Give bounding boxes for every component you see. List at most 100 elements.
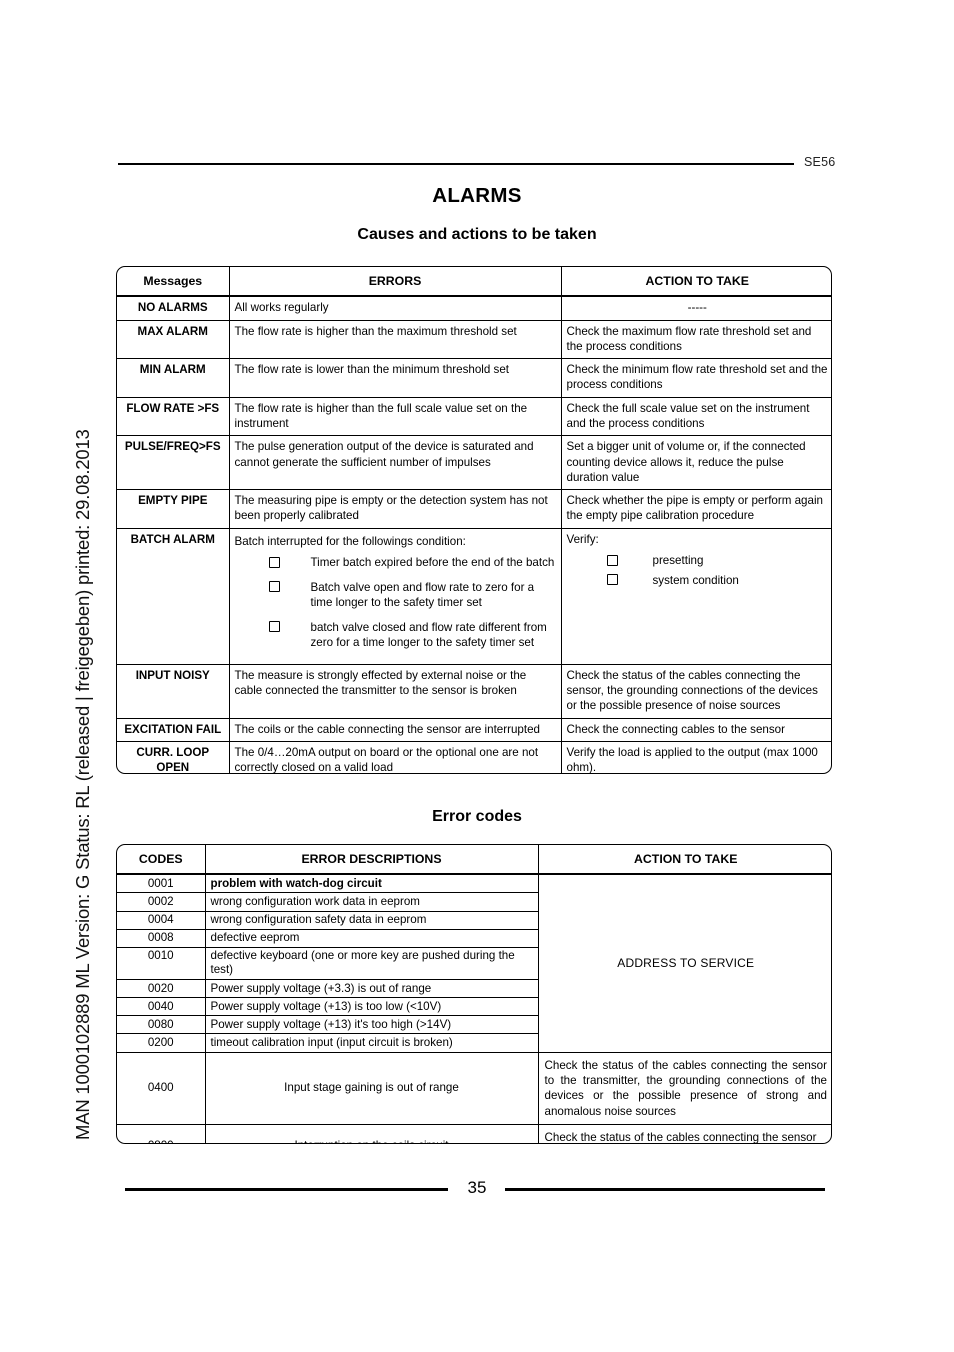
error-description: Power supply voltage (+13) is too low (<… xyxy=(204,997,538,1017)
error-code: 0400 xyxy=(117,1051,206,1126)
alarm-message: EMPTY PIPE xyxy=(117,489,230,529)
alarm-message: EXCITATION FAIL xyxy=(117,717,230,742)
alarm-message: MAX ALARM xyxy=(117,319,230,360)
table-row: MAX ALARM The flow rate is higher than t… xyxy=(117,319,831,360)
table-row: FLOW RATE >FS The flow rate is higher th… xyxy=(117,396,831,437)
error-code: 0002 xyxy=(117,892,206,912)
table-row: CURR. LOOP OPEN The 0/4…20mA output on b… xyxy=(117,740,831,773)
column-header-codes: CODES xyxy=(117,845,206,876)
error-codes-table-container: CODES ERROR DESCRIPTIONS ACTION TO TAKE … xyxy=(116,844,832,1144)
checkbox-square-icon xyxy=(268,556,280,568)
alarm-message: NO ALARMS xyxy=(117,295,230,321)
error-code: 0800 xyxy=(117,1124,206,1143)
page-number: 35 xyxy=(467,1178,487,1197)
alarm-error: All works regularly xyxy=(228,295,562,321)
error-description: wrong configuration work data in eeprom xyxy=(204,892,538,912)
table-row: 0400 Input stage gaining is out of range… xyxy=(117,1051,831,1126)
error-code: 0200 xyxy=(117,1033,206,1053)
error-description: timeout calibration input (input circuit… xyxy=(204,1033,538,1053)
error-description: problem with watch-dog circuit xyxy=(204,873,539,894)
error-code: 0080 xyxy=(117,1015,206,1035)
alarm-action-curr-loop: Verify the load is applied to the output… xyxy=(560,740,831,773)
alarm-message: INPUT NOISY xyxy=(117,663,230,719)
alarm-action-batch: Verify: presetting system condition xyxy=(560,527,831,665)
alarm-error: The measure is strongly effected by exte… xyxy=(228,663,562,719)
page-footer: 35 xyxy=(0,1178,954,1208)
alarm-action: Check the maximum flow rate threshold se… xyxy=(560,319,831,360)
checkbox-square-icon xyxy=(268,581,280,593)
alarm-message: PULSE/FREQ>FS xyxy=(117,435,230,491)
table-header-row: Messages ERRORS ACTION TO TAKE xyxy=(117,267,831,298)
table-row: NO ALARMS All works regularly ----- xyxy=(117,295,831,321)
column-header-descriptions: ERROR DESCRIPTIONS xyxy=(204,845,539,876)
alarm-error: The flow rate is lower than the minimum … xyxy=(228,358,562,398)
list-item: system condition xyxy=(606,573,829,589)
error-code: 0040 xyxy=(117,997,206,1017)
error-action: Check the status of the cables connectin… xyxy=(537,1124,831,1143)
page-title: ALARMS xyxy=(432,184,522,207)
batch-error-lead: Batch interrupted for the followings con… xyxy=(234,534,466,548)
alarm-error: The flow rate is higher than the maximum… xyxy=(228,319,562,360)
list-item-label: system condition xyxy=(652,573,739,587)
footer-rule-left xyxy=(125,1188,448,1191)
table-row: INPUT NOISY The measure is strongly effe… xyxy=(117,663,831,719)
list-item-label: batch valve closed and flow rate differe… xyxy=(310,620,547,650)
alarm-action: ----- xyxy=(560,295,831,321)
verify-lead: Verify: xyxy=(566,532,599,546)
section-title-error-codes: Error codes xyxy=(432,808,522,825)
error-action: Check the status of the cables connectin… xyxy=(537,1051,831,1126)
list-item: batch valve closed and flow rate differe… xyxy=(268,620,556,651)
alarm-message: BATCH ALARM xyxy=(117,527,230,665)
error-code: 0020 xyxy=(117,979,206,999)
alarm-error: The flow rate is higher than the full sc… xyxy=(228,396,562,437)
alarm-error: The 0/4…20mA output on board or the opti… xyxy=(228,740,562,773)
checkbox-square-icon xyxy=(606,554,618,566)
alarm-action: Check the minimum flow rate threshold se… xyxy=(560,358,831,398)
checkbox-square-icon xyxy=(606,574,618,586)
list-item: presetting xyxy=(606,553,829,569)
alarm-error: The pulse generation output of the devic… xyxy=(228,435,562,491)
header-document-code: SE56 xyxy=(804,155,836,169)
alarm-message: MIN ALARM xyxy=(117,358,230,398)
alarms-table: Messages ERRORS ACTION TO TAKE NO ALARMS… xyxy=(117,267,831,773)
error-description: wrong configuration safety data in eepro… xyxy=(204,910,538,930)
alarm-action: Check the status of the cables connectin… xyxy=(560,663,831,719)
alarm-action: Check the connecting cables to the senso… xyxy=(560,717,831,742)
column-header-errors: ERRORS xyxy=(228,267,562,298)
alarm-action: Check the full scale value set on the in… xyxy=(560,396,831,437)
error-codes-table: CODES ERROR DESCRIPTIONS ACTION TO TAKE … xyxy=(117,845,831,1143)
alarm-action: Set a bigger unit of volume or, if the c… xyxy=(560,435,831,491)
error-description: defective keyboard (one or more key are … xyxy=(204,946,538,981)
checkbox-square-icon xyxy=(268,621,280,633)
alarms-table-container: Messages ERRORS ACTION TO TAKE NO ALARMS… xyxy=(116,266,832,774)
document-margin-stamp: MAN 1000102889 ML Version: G Status: RL … xyxy=(72,429,93,1140)
error-description: Interruption on the coils circuit xyxy=(204,1124,539,1143)
page-subtitle: Causes and actions to be taken xyxy=(357,226,597,243)
alarm-error-batch: Batch interrupted for the followings con… xyxy=(228,527,562,665)
column-header-messages: Messages xyxy=(117,267,230,298)
error-description: defective eeprom xyxy=(204,928,538,948)
error-code: 0010 xyxy=(117,946,206,981)
error-description: Power supply voltage (+3.3) is out of ra… xyxy=(204,979,538,999)
list-item-label: presetting xyxy=(652,554,704,568)
table-row: MIN ALARM The flow rate is lower than th… xyxy=(117,358,831,398)
verify-bullet-list: presetting system condition xyxy=(567,553,829,588)
alarm-action: Check whether the pipe is empty or perfo… xyxy=(560,489,831,529)
table-row: 0800 Interruption on the coils circuit C… xyxy=(117,1124,831,1143)
error-description: Input stage gaining is out of range xyxy=(204,1051,539,1126)
error-code: 0001 xyxy=(117,873,206,894)
list-item: Batch valve open and flow rate to zero f… xyxy=(268,580,556,611)
table-row-batch-alarm: BATCH ALARM Batch interrupted for the fo… xyxy=(117,527,831,665)
alarm-message: FLOW RATE >FS xyxy=(117,396,230,437)
column-header-action: ACTION TO TAKE xyxy=(560,267,831,298)
error-code: 0004 xyxy=(117,910,206,930)
error-code: 0008 xyxy=(117,928,206,948)
error-action-address-to-service: ADDRESS TO SERVICE xyxy=(537,873,831,1053)
alarm-error: The coils or the cable connecting the se… xyxy=(228,717,562,742)
header-rule xyxy=(118,163,794,166)
table-row: EMPTY PIPE The measuring pipe is empty o… xyxy=(117,489,831,529)
batch-error-bullet-list: Timer batch expired before the end of th… xyxy=(235,555,556,651)
table-row: PULSE/FREQ>FS The pulse generation outpu… xyxy=(117,435,831,491)
table-header-row: CODES ERROR DESCRIPTIONS ACTION TO TAKE xyxy=(117,845,831,876)
alarm-message: CURR. LOOP OPEN xyxy=(117,740,230,773)
